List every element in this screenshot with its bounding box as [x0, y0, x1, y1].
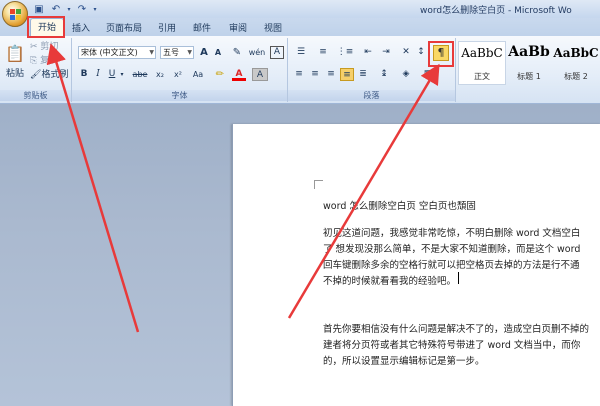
doc-para1-line4: 不掉的时候就看看我的经验吧。 [323, 276, 457, 287]
text-cursor [458, 272, 459, 284]
paste-button[interactable]: 粘贴 [2, 68, 28, 81]
style-sample: AaBbC [461, 46, 503, 60]
subscript-button[interactable]: x₂ [152, 68, 168, 81]
font-name-value: 宋体 (中文正文) [81, 48, 138, 57]
grow-font-button[interactable]: A [198, 46, 210, 59]
doc-para2-line3: 的，所以设置显示编辑标记是第一步。 [323, 356, 485, 367]
borders-icon[interactable]: ▦ [420, 68, 436, 81]
style-heading-2[interactable]: AaBbC 标题 2 [552, 41, 600, 85]
align-center-icon[interactable]: ≡ [308, 68, 322, 81]
bold-button[interactable]: B [78, 68, 90, 81]
highlight-pen-icon[interactable]: ✏ [212, 68, 228, 81]
format-painter-button[interactable]: 🖌格式刷 [30, 69, 72, 82]
distributed-icon[interactable]: ≣ [356, 68, 370, 81]
doc-para1-line3: 回车键删除多余的空格行就可以把空格页去掉的方法是行不通 [323, 260, 580, 271]
copy-button[interactable]: ⎘ 复制 [30, 55, 70, 68]
home-tab-highlight-box [27, 16, 65, 38]
strikethrough-button[interactable]: abe [130, 68, 150, 81]
customize-qat-icon[interactable]: ▾ [92, 3, 98, 16]
cut-button[interactable]: ✂ 剪切 [30, 41, 70, 54]
copy-label: 复制 [40, 56, 59, 66]
underline-button[interactable]: U [106, 68, 118, 81]
tab-insert[interactable]: 插入 [72, 21, 90, 34]
tab-view[interactable]: 视图 [264, 21, 282, 34]
doc-para2-line2: 建者将分页符或者其它特殊符号带进了 word 文档当中，而你 [323, 340, 581, 351]
bullets-icon[interactable]: ☰ [292, 46, 310, 59]
justify-icon[interactable]: ≡ [340, 68, 354, 81]
style-name: 标题 2 [564, 72, 588, 81]
font-size-value: 五号 [163, 48, 179, 57]
numbering-icon[interactable]: ≡ [314, 46, 332, 59]
multilevel-list-icon[interactable]: ⋮≡ [336, 46, 354, 59]
ribbon-tab-row: 插入 页面布局 引用 邮件 审阅 视图 [0, 18, 600, 36]
underline-dropdown-icon[interactable]: ▾ [118, 68, 126, 81]
tab-mailings[interactable]: 邮件 [193, 21, 211, 34]
font-name-combo[interactable]: 宋体 (中文正文) ▼ [78, 46, 156, 59]
doc-para2-line1: 首先你要相信没有什么问题是解决不了的，造成空白页删不掉的 [323, 324, 590, 335]
superscript-button[interactable]: x² [170, 68, 186, 81]
line-spacing-icon[interactable]: ↨ [376, 68, 392, 81]
window-title: word怎么删除空白页 - Microsoft Wo [420, 6, 572, 16]
clipboard-group: 📋 粘贴 ✂ 剪切 ⎘ 复制 🖌格式刷 剪贴板 [0, 38, 72, 102]
align-right-icon[interactable]: ≡ [324, 68, 338, 81]
undo-icon[interactable]: ↶ [49, 3, 63, 16]
style-heading-1[interactable]: AaBb 标题 1 [506, 41, 552, 85]
undo-dropdown-icon[interactable]: ▾ [66, 3, 72, 16]
style-name: 标题 1 [517, 72, 541, 81]
font-size-combo[interactable]: 五号 ▼ [160, 46, 194, 59]
shrink-font-button[interactable]: A [212, 46, 224, 59]
char-shading-button[interactable]: A [252, 68, 268, 81]
cut-label: 剪切 [40, 42, 59, 52]
style-name: 正文 [474, 72, 490, 81]
font-group-label: 字体 [72, 90, 287, 101]
sort-icon[interactable]: ↕ [414, 46, 428, 59]
chinese-layout-icon[interactable]: ✕ [398, 46, 414, 59]
tab-review[interactable]: 审阅 [229, 21, 247, 34]
italic-button[interactable]: I [92, 68, 104, 81]
font-group: 宋体 (中文正文) ▼ 五号 ▼ A A ✎ wén A B I U ▾ abe x… [72, 38, 288, 102]
decrease-indent-icon[interactable]: ⇤ [360, 46, 376, 59]
office-button[interactable] [2, 1, 28, 27]
redo-icon[interactable]: ↷ [75, 3, 89, 16]
quick-access-toolbar: ▣ ↶ ▾ ↷ ▾ [32, 2, 98, 16]
margin-corner-mark [314, 180, 323, 189]
paste-icon[interactable]: 📋 [4, 42, 26, 66]
style-normal[interactable]: AaBbC 正文 [458, 41, 506, 85]
shading-icon[interactable]: ◈ [398, 68, 414, 81]
font-color-button[interactable]: A [232, 68, 246, 81]
clear-format-icon[interactable]: ✎ [230, 46, 244, 59]
doc-para1-line2: 了 想发现没那么简单，不是大家不知道删除，而是这个 word [323, 244, 581, 255]
paragraph-group-label: 段落 [288, 90, 455, 101]
clipboard-group-label: 剪贴板 [0, 90, 71, 101]
tab-references[interactable]: 引用 [158, 21, 176, 34]
chevron-down-icon: ▼ [187, 49, 192, 56]
change-case-button[interactable]: Aa [190, 68, 206, 81]
phonetic-guide-button[interactable]: wén [248, 46, 266, 59]
style-sample: AaBb [508, 44, 550, 60]
doc-title-line: word 怎么删除空白页 空白页也頹固 [323, 201, 476, 212]
pilcrow-highlight-box [428, 41, 454, 67]
increase-indent-icon[interactable]: ⇥ [378, 46, 394, 59]
align-left-icon[interactable]: ≡ [292, 68, 306, 81]
style-sample: AaBbC [553, 46, 599, 60]
tab-page-layout[interactable]: 页面布局 [106, 21, 142, 34]
save-icon[interactable]: ▣ [32, 3, 46, 16]
format-painter-label: 格式刷 [41, 70, 69, 80]
doc-para1-line1: 初见这道问题，我感觉非常吃惊，不明白删除 word 文档空白 [323, 228, 581, 239]
char-border-button[interactable]: A [270, 46, 284, 59]
chevron-down-icon: ▼ [149, 49, 154, 56]
